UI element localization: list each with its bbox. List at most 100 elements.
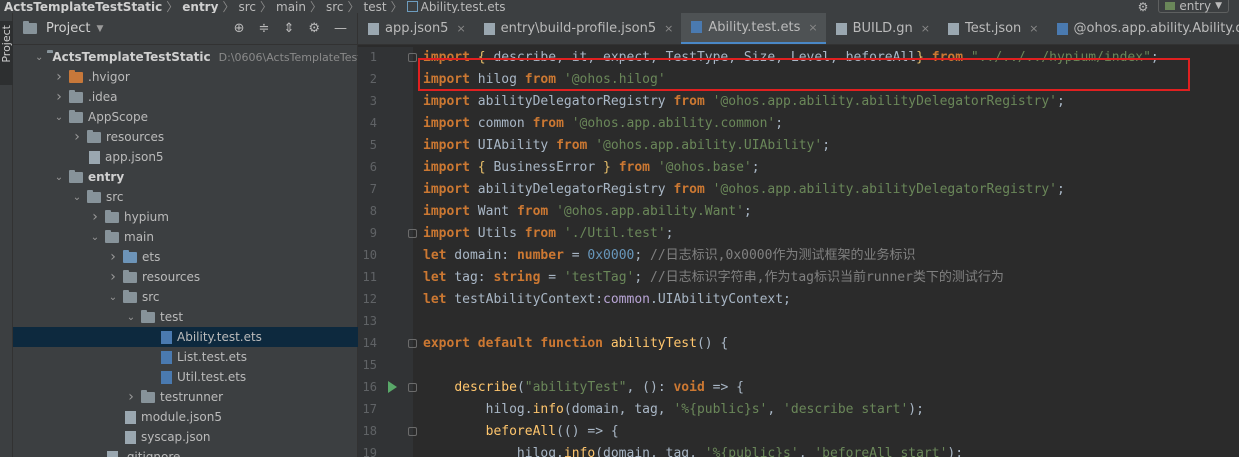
chevron-down-icon[interactable]: ⌄: [53, 172, 65, 183]
tree-item[interactable]: ⌄ test: [13, 307, 358, 327]
tree-item[interactable]: app.json5: [13, 147, 358, 167]
fold-icon[interactable]: [408, 339, 417, 348]
breadcrumb-item[interactable]: src: [326, 0, 344, 13]
code-token: import: [423, 72, 470, 87]
chevron-right-icon[interactable]: ›: [71, 129, 83, 145]
tree-item[interactable]: › .hvigor: [13, 67, 358, 87]
tab[interactable]: @ohos.app.ability.Ability.d.ets×: [1047, 13, 1239, 44]
tree-item[interactable]: ⌄ src: [13, 187, 358, 207]
hide-icon[interactable]: —: [334, 21, 347, 36]
tree-item[interactable]: ⌄ src: [13, 287, 358, 307]
project-panel-title[interactable]: Project: [46, 21, 90, 36]
code-line: hilog.info(domain, tag, '%{public}s', 'd…: [423, 399, 924, 421]
tree-item[interactable]: ⌄ ActsTemplateTestStatic D:\0606\ActsTempl…: [13, 47, 362, 67]
code-token: common: [469, 116, 533, 131]
chevron-down-icon[interactable]: ⌄: [53, 112, 65, 123]
tree-item[interactable]: ⌄ main: [13, 227, 358, 247]
folder-icon: [105, 209, 119, 223]
tree-item[interactable]: ⌄ AppScope: [13, 107, 358, 127]
chevron-down-icon[interactable]: ⌄: [107, 292, 119, 303]
tree-item-label: resources: [106, 130, 165, 144]
close-icon[interactable]: ×: [664, 22, 673, 35]
tree-item[interactable]: › .idea: [13, 87, 358, 107]
tree-item[interactable]: › resources: [13, 267, 358, 287]
chevron-down-icon[interactable]: ▼: [96, 24, 103, 34]
close-icon[interactable]: ×: [808, 21, 817, 34]
fold-icon[interactable]: [408, 427, 417, 436]
fold-icon[interactable]: [408, 383, 417, 392]
gear-icon[interactable]: ⚙: [308, 21, 320, 36]
line-number: 13: [362, 314, 377, 328]
code-line: export default function abilityTest() {: [423, 333, 728, 355]
tree-item[interactable]: module.json5: [13, 407, 358, 427]
close-icon[interactable]: ×: [456, 22, 465, 35]
chevron-down-icon[interactable]: ⌄: [71, 192, 83, 203]
tree-item[interactable]: › ets: [13, 247, 358, 267]
file-icon: [368, 22, 379, 35]
breadcrumb-item[interactable]: main: [276, 0, 306, 13]
fold-icon[interactable]: [408, 229, 417, 238]
tree-item-label: .idea: [88, 90, 118, 104]
tab[interactable]: Test.json ×: [938, 13, 1047, 44]
folder-icon: [87, 129, 101, 143]
tab[interactable]: entry\build-profile.json5 ×: [474, 13, 682, 44]
tree-item[interactable]: .gitignore: [13, 447, 358, 457]
code-token: '@ohos.hilog': [563, 72, 666, 87]
breadcrumb-item[interactable]: test: [364, 0, 387, 13]
tab[interactable]: app.json5 ×: [358, 13, 474, 44]
chevron-down-icon[interactable]: ⌄: [89, 232, 101, 243]
close-icon[interactable]: ×: [921, 22, 930, 35]
breadcrumb-item[interactable]: Ability.test.ets: [421, 0, 506, 13]
run-config-selector[interactable]: entry ▼: [1158, 0, 1229, 13]
breadcrumb-separator: 〉: [222, 0, 235, 13]
tree-item[interactable]: Util.test.ets: [13, 367, 358, 387]
chevron-right-icon[interactable]: ›: [89, 209, 101, 225]
code-token: Want: [469, 204, 517, 219]
expand-all-icon[interactable]: ⇕: [283, 21, 294, 36]
tool-window-project-button[interactable]: Project: [0, 21, 13, 85]
code-line: import Want from '@ohos.app.ability.Want…: [423, 201, 752, 223]
chevron-down-icon[interactable]: ⌄: [125, 312, 137, 323]
code-token: //日志标识,0x0000作为测试框架的业务标识: [650, 248, 916, 263]
module-folder-icon: [69, 169, 83, 183]
chevron-down-icon[interactable]: ⌄: [35, 52, 43, 63]
tree-item[interactable]: › hypium: [13, 207, 358, 227]
tab[interactable]: BUILD.gn ×: [826, 13, 938, 44]
locate-icon[interactable]: ⊕: [234, 21, 245, 36]
run-config-icon: [1165, 2, 1176, 10]
code-area[interactable]: 1 2 3 4 5 6 7 8 9 10 11 12 13 14 15 16 17 18 19 import { d…: [358, 47, 1239, 457]
folder-icon: [69, 109, 83, 123]
breadcrumb-item[interactable]: src: [238, 0, 256, 13]
chevron-right-icon[interactable]: ›: [53, 69, 65, 85]
collapse-all-icon[interactable]: ≑: [259, 21, 270, 36]
tree-item[interactable]: › testrunner: [13, 387, 358, 407]
source-folder-icon: [123, 249, 137, 263]
tree-item[interactable]: List.test.ets: [13, 347, 358, 367]
chevron-right-icon[interactable]: ›: [107, 269, 119, 285]
chevron-right-icon[interactable]: ›: [125, 389, 137, 405]
code-token: describe: [454, 380, 517, 395]
tab-active[interactable]: Ability.test.ets ×: [681, 13, 826, 44]
tree-item-label: test: [160, 310, 184, 324]
code-token: from: [524, 226, 557, 241]
folder-icon: [23, 21, 37, 34]
editor-scrollbar[interactable]: [1231, 47, 1239, 457]
breadcrumb-item[interactable]: ActsTemplateTestStatic: [4, 0, 162, 13]
tree-item[interactable]: › resources: [13, 127, 358, 147]
chevron-right-icon[interactable]: ›: [53, 89, 65, 105]
fold-icon[interactable]: [408, 53, 417, 62]
run-config-label: entry: [1179, 0, 1212, 13]
gear-icon[interactable]: ⚙: [1138, 0, 1149, 14]
tree-item-selected[interactable]: Ability.test.ets: [13, 327, 358, 347]
breadcrumb-item[interactable]: entry: [182, 0, 218, 13]
gutter-line: 11: [358, 267, 413, 289]
tree-item[interactable]: ⌄ entry: [13, 167, 358, 187]
gutter-line: 4: [358, 113, 413, 135]
run-icon[interactable]: [388, 381, 397, 393]
chevron-right-icon[interactable]: ›: [107, 249, 119, 265]
code-token: '@ohos.base': [657, 160, 752, 175]
tree-item[interactable]: syscap.json: [13, 427, 358, 447]
close-icon[interactable]: ×: [1029, 22, 1038, 35]
